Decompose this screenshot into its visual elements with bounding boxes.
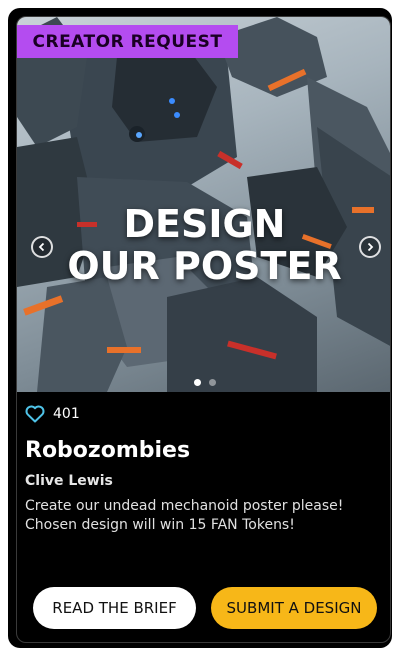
carousel-prev-button[interactable]: [31, 236, 53, 258]
hero-title: DESIGN OUR POSTER: [17, 202, 390, 288]
project-description: Create our undead mechanoid poster pleas…: [25, 497, 380, 535]
submit-design-button[interactable]: SUBMIT A DESIGN: [211, 587, 377, 629]
likes-count: 401: [53, 406, 80, 422]
chevron-left-icon: [38, 242, 45, 252]
read-brief-button[interactable]: READ THE BRIEF: [33, 587, 196, 629]
carousel-dot[interactable]: [208, 379, 216, 386]
description-line1: Create our undead mechanoid poster pleas…: [25, 498, 344, 514]
hero-title-line1: DESIGN: [123, 202, 286, 246]
request-card: CREATOR REQUEST DESIGN OUR POSTER 401 Ro…: [16, 16, 391, 643]
project-author[interactable]: Clive Lewis: [25, 473, 113, 489]
hero-carousel[interactable]: CREATOR REQUEST DESIGN OUR POSTER: [17, 17, 390, 392]
carousel-indicators: [17, 379, 390, 386]
project-title: Robozombies: [25, 438, 191, 463]
carousel-next-button[interactable]: [359, 236, 381, 258]
heart-icon[interactable]: [25, 405, 45, 423]
chevron-right-icon: [367, 242, 374, 252]
carousel-dot-active[interactable]: [193, 379, 201, 386]
creator-request-badge: CREATOR REQUEST: [17, 25, 238, 58]
hero-title-line2: OUR POSTER: [67, 244, 342, 288]
description-line2: Chosen design will win 15 FAN Tokens!: [25, 517, 295, 533]
likes-row: 401: [25, 405, 80, 423]
device-frame: CREATOR REQUEST DESIGN OUR POSTER 401 Ro…: [8, 8, 392, 648]
